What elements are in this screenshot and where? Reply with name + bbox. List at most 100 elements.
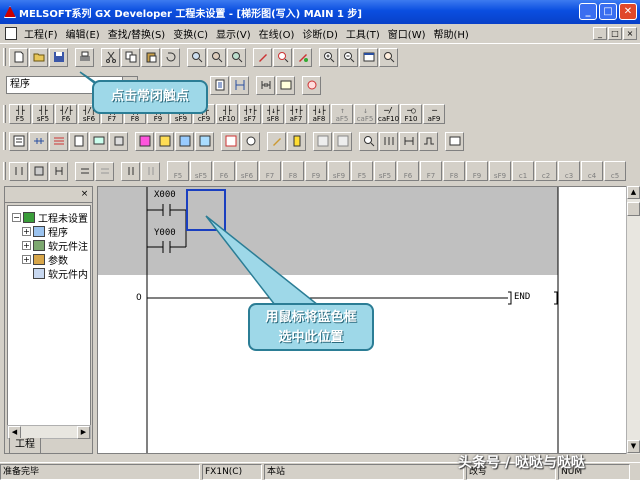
expand-icon[interactable]: +: [22, 241, 31, 250]
simulation-icon[interactable]: [195, 131, 214, 151]
tree-item-device-comment[interactable]: + 软元件注: [22, 238, 88, 253]
insert-row-icon[interactable]: [75, 161, 94, 181]
diagnostics-icon[interactable]: [359, 131, 378, 151]
step-read-icon[interactable]: [221, 131, 240, 151]
parallel-falling-pulse-button[interactable]: ┤↓├ aF8: [308, 104, 330, 124]
menu-project[interactable]: 工程(F): [20, 26, 62, 41]
sampling-trace-icon[interactable]: [445, 131, 464, 151]
plc-write-icon[interactable]: [287, 131, 306, 151]
project-tree-icon[interactable]: [9, 131, 28, 151]
c2-key-button[interactable]: c2: [535, 161, 557, 181]
output-coil-button[interactable]: ─○ F10: [400, 104, 422, 124]
rising-pulse-button[interactable]: ┤↑├ sF7: [239, 104, 261, 124]
read-plc-icon[interactable]: [273, 47, 292, 67]
document-icon[interactable]: [5, 27, 17, 40]
write-plc-icon[interactable]: [253, 47, 272, 67]
insert-column-icon[interactable]: [121, 161, 140, 181]
close-button[interactable]: ✕: [619, 3, 637, 20]
copy-icon[interactable]: [121, 47, 140, 67]
device-batch-icon[interactable]: [276, 75, 295, 95]
f9-alt-key-button[interactable]: F9: [466, 161, 488, 181]
undo-icon[interactable]: [161, 47, 180, 67]
cut-icon[interactable]: [101, 47, 120, 67]
close-icon[interactable]: ×: [79, 189, 90, 200]
convert-icon[interactable]: [135, 131, 154, 151]
vertical-scrollbar[interactable]: ▲ ▼: [626, 186, 640, 454]
minimize-button[interactable]: _: [579, 3, 597, 20]
monitor-mode-icon[interactable]: [89, 131, 108, 151]
monitor-stop-icon[interactable]: [109, 131, 128, 151]
menu-tools[interactable]: 工具(T): [342, 26, 384, 41]
save-icon[interactable]: [49, 47, 68, 67]
device-comment-icon[interactable]: [69, 131, 88, 151]
read-mode-icon[interactable]: [9, 161, 28, 181]
menu-online[interactable]: 在线(O): [255, 26, 299, 41]
menu-window[interactable]: 窗口(W): [384, 26, 430, 41]
paste-icon[interactable]: [141, 47, 160, 67]
entry-ladder-icon[interactable]: [399, 131, 418, 151]
delete-column-icon[interactable]: [141, 161, 160, 181]
ladder-view-icon[interactable]: [29, 131, 48, 151]
window-list-icon[interactable]: [359, 47, 378, 67]
sf9-alt-key-button[interactable]: sF9: [489, 161, 511, 181]
c3-key-button[interactable]: c3: [558, 161, 580, 181]
comment-icon[interactable]: [379, 47, 398, 67]
remote-stop-icon[interactable]: [333, 131, 352, 151]
mdi-restore-button[interactable]: □: [608, 27, 622, 40]
tree-item-device-memory[interactable]: 软元件内: [33, 266, 88, 281]
menu-convert[interactable]: 变换(C): [169, 26, 212, 41]
new-file-icon[interactable]: [9, 47, 28, 67]
parallel-open-contact-button[interactable]: ┤├ sF5: [32, 104, 54, 124]
f9-key-button[interactable]: F9: [305, 161, 327, 181]
entry-monitor-icon[interactable]: [302, 75, 321, 95]
menu-diagnostics[interactable]: 诊断(D): [298, 26, 342, 41]
remote-run-icon[interactable]: [313, 131, 332, 151]
c5-key-button[interactable]: c5: [604, 161, 626, 181]
batch-monitor-icon[interactable]: [379, 131, 398, 151]
f7-alt-key-button[interactable]: F7: [420, 161, 442, 181]
monitor-icon[interactable]: [293, 47, 312, 67]
convert-all-icon[interactable]: [155, 131, 174, 151]
f8-key-button[interactable]: F8: [282, 161, 304, 181]
print-icon[interactable]: [75, 47, 94, 67]
normally-open-contact-button[interactable]: ┤├ F5: [9, 104, 31, 124]
tree-item-parameter[interactable]: + 参数: [22, 252, 68, 267]
ladder-cursor[interactable]: [186, 189, 226, 231]
mdi-close-button[interactable]: ×: [623, 27, 637, 40]
f8-alt-key-button[interactable]: F8: [443, 161, 465, 181]
find-device-icon[interactable]: [187, 47, 206, 67]
zoom-out-icon[interactable]: [339, 47, 358, 67]
operation-falling-button[interactable]: ↓ caF5: [354, 104, 376, 124]
sf5-alt-key-button[interactable]: sF5: [374, 161, 396, 181]
menu-find-replace[interactable]: 查找/替换(S): [104, 26, 170, 41]
scroll-down-icon[interactable]: ▼: [627, 440, 640, 453]
falling-pulse-button[interactable]: ┤↓├ sF8: [262, 104, 284, 124]
expand-icon[interactable]: +: [22, 255, 31, 264]
f5-key-button[interactable]: F5: [167, 161, 189, 181]
toolbar-grip[interactable]: [3, 162, 6, 180]
toolbar-grip[interactable]: [3, 132, 6, 150]
delete-vertical-button[interactable]: ┤├ cF10: [216, 104, 238, 124]
program-list-icon[interactable]: [210, 75, 229, 95]
sf6-key-button[interactable]: sF6: [236, 161, 258, 181]
tree-item-program[interactable]: + 程序: [22, 224, 68, 239]
tab-project[interactable]: 工程: [9, 438, 41, 454]
mdi-minimize-button[interactable]: _: [593, 27, 607, 40]
c1-key-button[interactable]: c1: [512, 161, 534, 181]
maximize-button[interactable]: □: [599, 3, 617, 20]
step-write-icon[interactable]: [241, 131, 260, 151]
list-view-icon[interactable]: [49, 131, 68, 151]
menu-help[interactable]: 帮助(H): [430, 26, 473, 41]
operation-rising-button[interactable]: ↑ aF5: [331, 104, 353, 124]
tree-item-project-root[interactable]: − 工程未设置: [12, 210, 88, 225]
c4-key-button[interactable]: c4: [581, 161, 603, 181]
find-step-icon[interactable]: [227, 47, 246, 67]
scroll-thumb[interactable]: [627, 202, 640, 216]
scroll-right-icon[interactable]: ▶: [77, 426, 90, 439]
plc-read-icon[interactable]: [267, 131, 286, 151]
delete-row-icon[interactable]: [95, 161, 114, 181]
sf9-key-button[interactable]: sF9: [328, 161, 350, 181]
open-folder-icon[interactable]: [29, 47, 48, 67]
f6-key-button[interactable]: F6: [213, 161, 235, 181]
horizontal-scrollbar[interactable]: ◀ ▶: [7, 425, 91, 439]
